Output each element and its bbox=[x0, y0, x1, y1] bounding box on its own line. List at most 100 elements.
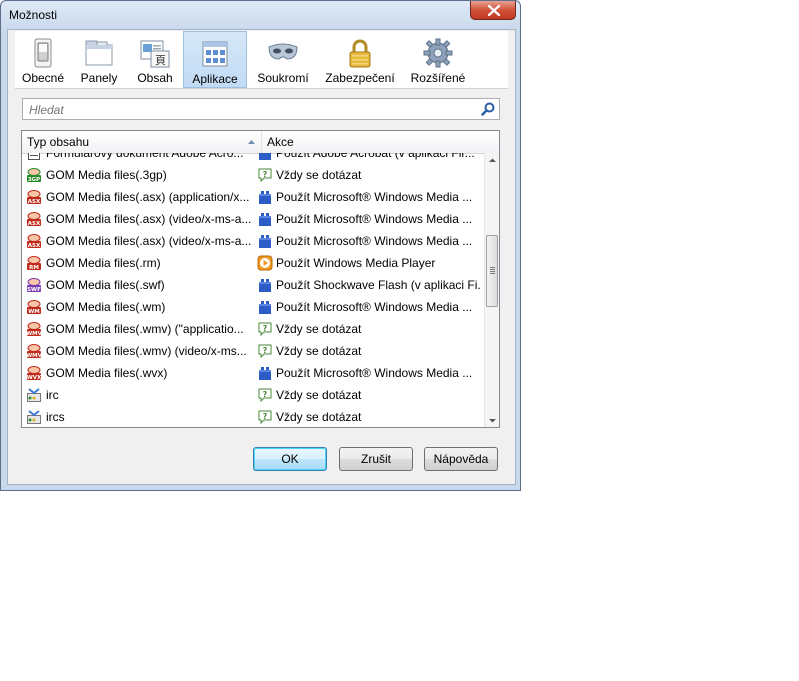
scroll-down-arrow-icon[interactable] bbox=[485, 413, 500, 428]
table-row[interactable]: RM GOM Media files(.rm) Použít Windows Med… bbox=[22, 252, 483, 274]
search-input[interactable] bbox=[27, 101, 471, 119]
help-button[interactable]: Nápověda bbox=[424, 447, 498, 471]
action-cell[interactable]: Vždy se dotázat bbox=[276, 164, 480, 186]
content-icon: 頁 bbox=[140, 40, 170, 68]
cancel-button[interactable]: Zrušit bbox=[339, 447, 413, 471]
tab-security[interactable]: Zabezpečení bbox=[319, 31, 401, 88]
table-row[interactable]: ircs? Vždy se dotázat bbox=[22, 406, 483, 427]
grip-line bbox=[490, 269, 495, 270]
table-row[interactable]: ASX GOM Media files(.asx) (video/x-ms-a..… bbox=[22, 230, 483, 252]
action-cell[interactable]: Vždy se dotázat bbox=[276, 384, 480, 406]
ask-icon: ? bbox=[258, 388, 272, 403]
ask-icon: ? bbox=[258, 322, 272, 337]
content-type-cell: GOM Media files(.wmv) (video/x-ms... bbox=[46, 344, 247, 358]
tab-label: Obecné bbox=[21, 71, 65, 85]
tab-content[interactable]: 頁 Obsah bbox=[127, 31, 183, 88]
svg-text:3GP: 3GP bbox=[28, 177, 40, 183]
toolbar-divider bbox=[15, 88, 508, 89]
close-button[interactable] bbox=[470, 1, 516, 20]
action-cell[interactable]: Vždy se dotázat bbox=[276, 318, 480, 340]
table-row[interactable]: SWF GOM Media files(.swf) Použít Shockwave… bbox=[22, 274, 483, 296]
action-cell[interactable]: Použít Shockwave Flash (v aplikaci Fi... bbox=[276, 274, 480, 296]
table-row[interactable]: irc? Vždy se dotázat bbox=[22, 384, 483, 406]
dialog-client: Obecné Panely 頁 Obsah Aplikace Soukromí … bbox=[7, 29, 516, 485]
tab-applications[interactable]: Aplikace bbox=[183, 31, 247, 88]
table-row[interactable]: Formulářový dokument Adobe Acro... Použít… bbox=[22, 153, 483, 164]
svg-text:WVX: WVX bbox=[27, 375, 42, 381]
action-cell[interactable]: Použít Microsoft® Windows Media ... bbox=[276, 186, 480, 208]
svg-text:ASX: ASX bbox=[28, 243, 41, 249]
action-cell[interactable]: Použít Microsoft® Windows Media ... bbox=[276, 296, 480, 318]
svg-text:RM: RM bbox=[29, 265, 39, 271]
ask-icon: ? bbox=[258, 410, 272, 425]
action-cell[interactable]: Použít Microsoft® Windows Media ... bbox=[276, 230, 480, 252]
action-cell[interactable]: Vždy se dotázat bbox=[276, 340, 480, 362]
gom-wmv-icon: WMV bbox=[26, 322, 42, 337]
tab-label: Aplikace bbox=[192, 72, 238, 86]
ask-icon: ? bbox=[258, 344, 272, 359]
svg-text:?: ? bbox=[263, 412, 268, 421]
action-cell[interactable]: Použít Microsoft® Windows Media ... bbox=[276, 208, 480, 230]
title-bar[interactable]: Možnosti bbox=[1, 1, 520, 29]
scroll-up-arrow-icon[interactable] bbox=[485, 153, 500, 168]
gom-wmv-icon: WMV bbox=[26, 344, 42, 359]
svg-text:WMV: WMV bbox=[26, 353, 42, 359]
tab-privacy[interactable]: Soukromí bbox=[247, 31, 319, 88]
table-row[interactable]: WVX GOM Media files(.wvx) Použít Microsoft… bbox=[22, 362, 483, 384]
table-row[interactable]: WMV GOM Media files(.wmv) ("applicatio...… bbox=[22, 318, 483, 340]
content-type-cell: GOM Media files(.wm) bbox=[46, 300, 166, 314]
grip-line bbox=[490, 271, 495, 272]
table-row[interactable]: WMV GOM Media files(.wmv) (video/x-ms...?… bbox=[22, 340, 483, 362]
column-title: Akce bbox=[267, 135, 294, 149]
tab-label: Rozšířené bbox=[410, 71, 466, 85]
svg-text:?: ? bbox=[263, 346, 268, 355]
gom-wvx-icon: WVX bbox=[27, 366, 42, 381]
table-rows: Formulářový dokument Adobe Acro... Použít… bbox=[22, 153, 483, 427]
irc-icon bbox=[27, 388, 41, 402]
table-row[interactable]: ASX GOM Media files(.asx) (video/x-ms-a..… bbox=[22, 208, 483, 230]
search-icon[interactable] bbox=[480, 101, 496, 117]
action-cell[interactable]: Použít Adobe Acrobat (v aplikaci Fir... bbox=[276, 153, 480, 164]
gom-asx-icon: ASX bbox=[27, 234, 41, 249]
ok-button[interactable]: OK bbox=[253, 447, 327, 471]
table-row[interactable]: ASX GOM Media files(.asx) (application/x.… bbox=[22, 186, 483, 208]
search-box[interactable] bbox=[22, 98, 500, 120]
content-type-cell: GOM Media files(.asx) (video/x-ms-a... bbox=[46, 234, 252, 248]
tab-advanced[interactable]: Rozšířené bbox=[401, 31, 475, 88]
gear-icon bbox=[423, 38, 453, 68]
content-type-cell: GOM Media files(.wmv) ("applicatio... bbox=[46, 322, 244, 336]
privacy-mask-icon bbox=[268, 43, 298, 60]
gom-asx-icon: ASX bbox=[27, 212, 41, 227]
ask-icon: ? bbox=[258, 168, 272, 183]
tab-general[interactable]: Obecné bbox=[15, 31, 71, 88]
content-type-cell: GOM Media files(.3gp) bbox=[46, 168, 167, 182]
table-row[interactable]: WM GOM Media files(.wm) Použít Microsoft® … bbox=[22, 296, 483, 318]
gom-rm-icon: RM bbox=[27, 256, 41, 271]
padlock-icon bbox=[349, 39, 371, 68]
plugin-icon bbox=[259, 367, 271, 380]
svg-text:WM: WM bbox=[28, 309, 40, 315]
column-header-action[interactable]: Akce bbox=[262, 131, 486, 153]
scroll-thumb[interactable] bbox=[486, 235, 498, 307]
column-title: Typ obsahu bbox=[27, 135, 90, 149]
svg-text:WMV: WMV bbox=[26, 331, 42, 337]
sort-ascending-icon bbox=[248, 140, 255, 144]
tab-label: Soukromí bbox=[257, 71, 309, 85]
applications-icon bbox=[202, 41, 228, 67]
gom-3gp-icon: 3GP bbox=[27, 168, 41, 183]
svg-text:ASX: ASX bbox=[28, 221, 41, 227]
content-type-cell: GOM Media files(.rm) bbox=[46, 256, 161, 270]
action-cell[interactable]: Použít Microsoft® Windows Media ... bbox=[276, 362, 480, 384]
content-type-cell: Formulářový dokument Adobe Acro... bbox=[46, 153, 244, 160]
action-cell[interactable]: Použít Windows Media Player bbox=[276, 252, 480, 274]
gom-wm-icon: WM bbox=[27, 300, 41, 315]
action-cell[interactable]: Vždy se dotázat bbox=[276, 406, 480, 427]
tab-tabs[interactable]: Panely bbox=[71, 31, 127, 88]
content-type-cell: GOM Media files(.asx) (video/x-ms-a... bbox=[46, 212, 252, 226]
column-header-type[interactable]: Typ obsahu bbox=[22, 131, 262, 153]
vertical-scrollbar[interactable] bbox=[484, 153, 500, 428]
table-row[interactable]: 3GP GOM Media files(.3gp)? Vždy se dotázat bbox=[22, 164, 483, 186]
plugin-icon bbox=[259, 191, 271, 204]
svg-text:?: ? bbox=[263, 324, 268, 333]
svg-text:頁: 頁 bbox=[155, 54, 166, 67]
